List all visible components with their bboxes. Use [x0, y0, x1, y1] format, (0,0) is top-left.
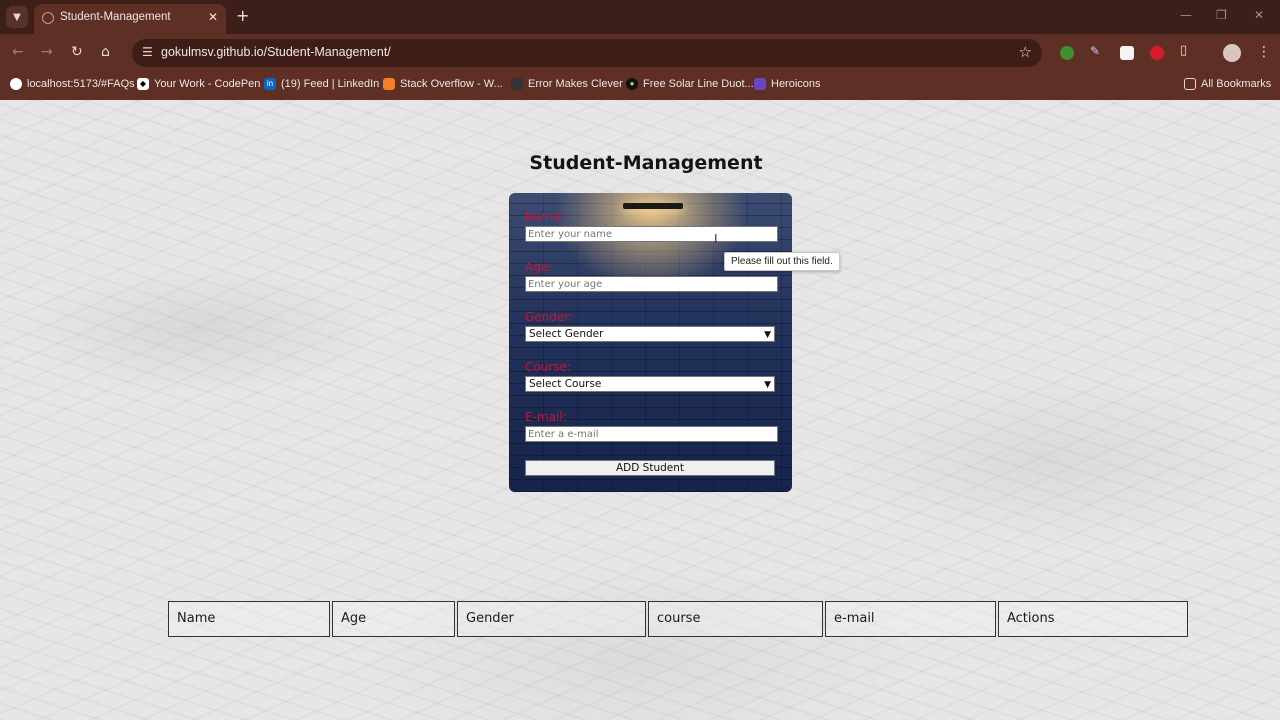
- bookmark-item[interactable]: in (19) Feed | LinkedIn: [264, 78, 379, 90]
- extension-red-icon[interactable]: [1150, 46, 1164, 60]
- browser-tab-bar: ▼ Student-Management ✕ + — ❐ ✕: [0, 0, 1280, 34]
- more-menu-icon[interactable]: ⋮: [1257, 44, 1271, 60]
- page-viewport: Student-Management Name: Age: Gender: Se…: [0, 100, 1280, 720]
- course-select-value: Select Course: [529, 378, 602, 390]
- text-cursor-icon: I: [714, 232, 718, 246]
- back-arrow-icon[interactable]: ←: [12, 44, 24, 60]
- student-form: Name: Age: Gender: Select Gender ▼ Cours…: [509, 193, 792, 492]
- error-makes-clever-icon: [511, 78, 523, 90]
- bookmark-item[interactable]: Stack Overflow - W...: [383, 78, 503, 90]
- reload-icon[interactable]: ↻: [71, 44, 83, 60]
- home-icon[interactable]: ⌂: [101, 44, 110, 60]
- solar-icon: ●: [626, 78, 638, 90]
- table-header-cell: e-mail: [825, 601, 996, 637]
- table-header-cell: Age: [332, 601, 455, 637]
- forward-arrow-icon[interactable]: →: [41, 44, 53, 60]
- validation-tooltip: Please fill out this field.: [724, 252, 840, 271]
- all-bookmarks-button[interactable]: All Bookmarks: [1184, 78, 1271, 90]
- bookmarks-bar: localhost:5173/#FAQs ◆ Your Work - CodePe…: [0, 72, 1280, 100]
- gender-select[interactable]: Select Gender ▼: [525, 326, 775, 342]
- close-tab-icon[interactable]: ✕: [208, 10, 218, 24]
- bookmark-item[interactable]: localhost:5173/#FAQs: [10, 78, 135, 90]
- site-info-icon[interactable]: ☰: [142, 45, 153, 59]
- browser-tab-active[interactable]: Student-Management ✕: [34, 4, 226, 34]
- student-table-header: Name Age Gender course e-mail Actions: [168, 601, 1190, 637]
- bookmark-item[interactable]: ◆ Your Work - CodePen: [137, 78, 260, 90]
- extension-pen-icon[interactable]: ✎: [1090, 44, 1104, 58]
- gender-label: Gender:: [525, 310, 574, 324]
- tab-search-icon[interactable]: ▼: [6, 6, 28, 28]
- page-title: Student-Management: [529, 152, 763, 174]
- name-label: Name:: [525, 210, 565, 224]
- name-input[interactable]: [525, 226, 778, 242]
- gender-select-value: Select Gender: [529, 328, 604, 340]
- extensions-puzzle-icon[interactable]: ▯: [1180, 43, 1194, 58]
- table-header-cell: Actions: [998, 601, 1188, 637]
- profile-avatar-icon[interactable]: [1223, 44, 1241, 62]
- codepen-icon: ◆: [137, 78, 149, 90]
- globe-icon: [42, 12, 54, 24]
- minimize-icon[interactable]: —: [1180, 8, 1192, 22]
- lamp-decoration: [623, 203, 683, 209]
- bookmark-item[interactable]: Error Makes Clever: [511, 78, 623, 90]
- folder-icon: [1184, 78, 1196, 90]
- extension-green-icon[interactable]: [1060, 46, 1074, 60]
- maximize-icon[interactable]: ❐: [1216, 8, 1227, 22]
- stackoverflow-icon: [383, 78, 395, 90]
- email-input[interactable]: [525, 426, 778, 442]
- address-bar[interactable]: ☰ gokulmsv.github.io/Student-Management/…: [132, 39, 1042, 67]
- tab-title: Student-Management: [60, 11, 171, 23]
- age-input[interactable]: [525, 276, 778, 292]
- linkedin-icon: in: [264, 78, 276, 90]
- course-select[interactable]: Select Course ▼: [525, 376, 775, 392]
- heroicons-icon: [754, 78, 766, 90]
- browser-toolbar: ← → ↻ ⌂ ☰ gokulmsv.github.io/Student-Man…: [0, 34, 1280, 72]
- table-header-cell: Gender: [457, 601, 646, 637]
- course-label: Course:: [525, 360, 571, 374]
- chevron-down-icon: ▼: [764, 330, 771, 340]
- url-text: gokulmsv.github.io/Student-Management/: [161, 45, 391, 59]
- local-site-icon: [10, 78, 22, 90]
- new-tab-plus-icon[interactable]: +: [236, 7, 249, 25]
- chevron-down-icon: ▼: [764, 380, 771, 390]
- extension-box-icon[interactable]: [1120, 46, 1134, 60]
- email-label: E-mail:: [525, 410, 567, 424]
- table-header-cell: Name: [168, 601, 330, 637]
- bookmark-star-icon[interactable]: ☆: [1019, 43, 1032, 61]
- age-label: Age:: [525, 260, 553, 274]
- add-student-button[interactable]: ADD Student: [525, 460, 775, 476]
- bookmark-item[interactable]: ● Free Solar Line Duot...: [626, 78, 754, 90]
- bookmark-item[interactable]: Heroicons: [754, 78, 821, 90]
- window-close-icon[interactable]: ✕: [1254, 8, 1264, 22]
- table-header-cell: course: [648, 601, 823, 637]
